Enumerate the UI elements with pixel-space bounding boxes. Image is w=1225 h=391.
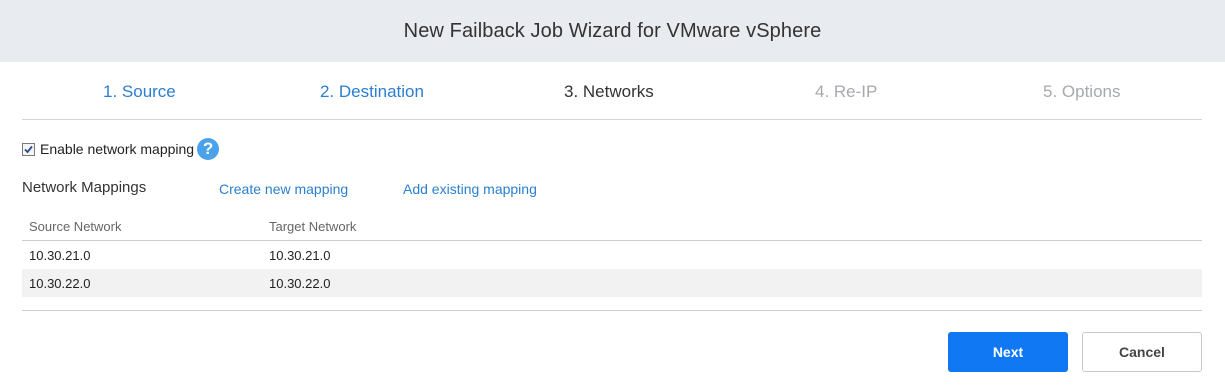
table-header: Source Network Target Network: [22, 213, 1202, 241]
step-destination[interactable]: 2. Destination: [320, 82, 424, 102]
enable-network-mapping-row: Enable network mapping ?: [22, 138, 220, 160]
network-mappings-table: Source Network Target Network 10.30.21.0…: [22, 213, 1202, 297]
enable-network-mapping-label[interactable]: Enable network mapping: [40, 141, 194, 157]
column-header-target-network[interactable]: Target Network: [269, 219, 356, 234]
table-divider: [22, 310, 1202, 311]
next-button[interactable]: Next: [948, 332, 1068, 372]
table-row[interactable]: 10.30.22.0 10.30.22.0: [22, 269, 1202, 297]
step-options: 5. Options: [1043, 82, 1121, 101]
window-title: New Failback Job Wizard for VMware vSphe…: [403, 19, 822, 42]
column-header-source-network[interactable]: Source Network: [29, 219, 121, 234]
source-network-cell: 10.30.21.0: [29, 248, 91, 263]
step-re-ip: 4. Re-IP: [815, 82, 878, 101]
cancel-button[interactable]: Cancel: [1082, 332, 1202, 372]
create-new-mapping-link[interactable]: Create new mapping: [219, 181, 348, 197]
target-network-cell: 10.30.22.0: [269, 276, 331, 291]
network-mappings-title: Network Mappings: [22, 179, 147, 196]
source-network-cell: 10.30.22.0: [29, 276, 91, 291]
checkmark-icon: [24, 145, 33, 153]
title-bar: New Failback Job Wizard for VMware vSphe…: [0, 0, 1225, 62]
target-network-cell: 10.30.21.0: [269, 248, 331, 263]
step-source[interactable]: 1. Source: [103, 82, 176, 102]
wizard-steps: 1. Source 2. Destination 3. Networks 4. …: [22, 62, 1202, 120]
table-row[interactable]: 10.30.21.0 10.30.21.0: [22, 241, 1202, 269]
add-existing-mapping-link[interactable]: Add existing mapping: [403, 181, 537, 197]
help-icon[interactable]: ?: [197, 138, 220, 160]
wizard-panel: 1. Source 2. Destination 3. Networks 4. …: [3, 62, 1222, 391]
enable-network-mapping-checkbox[interactable]: [22, 142, 35, 156]
step-networks[interactable]: 3. Networks: [564, 82, 654, 102]
